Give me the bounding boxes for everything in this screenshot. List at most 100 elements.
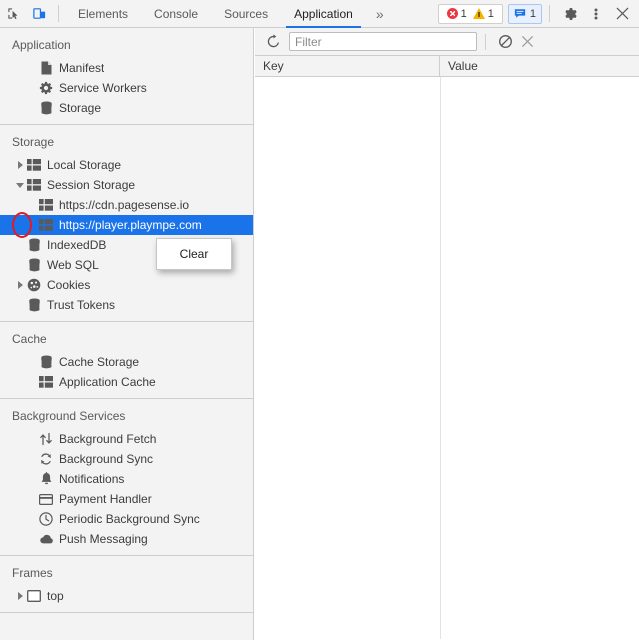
credit-card-icon <box>38 491 54 507</box>
sidebar-item-label: Local Storage <box>47 158 122 172</box>
sidebar-item-https-player-plaympe-com[interactable]: https://player.plaympe.com <box>0 215 253 235</box>
warning-counter[interactable]: 1 <box>472 8 494 20</box>
table-icon <box>26 157 42 173</box>
sidebar-item-label: Notifications <box>59 472 125 486</box>
no-entry-icon[interactable] <box>494 31 516 53</box>
sidebar-item-storage[interactable]: Storage <box>0 98 253 118</box>
issue-counters[interactable]: 1 1 <box>437 3 503 24</box>
table-icon <box>38 197 54 213</box>
sidebar-item-label: Session Storage <box>47 178 136 192</box>
sidebar-item-label: Application Cache <box>59 375 156 389</box>
sidebar-item-label: top <box>47 589 64 603</box>
tab-sources[interactable]: Sources <box>211 0 281 28</box>
sidebar-item-label: Background Fetch <box>59 432 157 446</box>
filter-input[interactable] <box>289 32 477 51</box>
kebab-menu-icon[interactable] <box>583 1 609 27</box>
sidebar-section-title: Application <box>12 38 71 52</box>
device-toolbar-icon[interactable] <box>26 1 52 27</box>
storage-table-header: Key Value <box>255 56 639 77</box>
gear-icon <box>38 80 54 96</box>
sidebar-item-label: Cache Storage <box>59 355 140 369</box>
sidebar-section-title: Frames <box>12 566 53 580</box>
sidebar-item-cache-storage[interactable]: Cache Storage <box>0 352 253 372</box>
sidebar-item-periodic-background-sync[interactable]: Periodic Background Sync <box>0 509 253 529</box>
sidebar-item-local-storage[interactable]: Local Storage <box>0 155 253 175</box>
sidebar-item-label: https://player.plaympe.com <box>59 218 202 232</box>
devtools-tab-bar: Elements Console Sources Application » <box>65 0 394 28</box>
inspect-element-icon[interactable] <box>0 1 26 27</box>
database-icon <box>26 237 42 253</box>
tree-arrow[interactable] <box>14 182 26 188</box>
storage-table-body[interactable] <box>255 77 639 639</box>
chevron-down-icon[interactable] <box>16 182 24 188</box>
sidebar-section: Cache Cache Storage Application Cache <box>0 322 253 399</box>
sidebar-item-label: Background Sync <box>59 452 154 466</box>
devtools-main-toolbar: Elements Console Sources Application » 1… <box>0 0 639 28</box>
message-counter[interactable]: 1 <box>507 3 542 24</box>
chevron-right-icon[interactable] <box>17 281 23 289</box>
tab-console[interactable]: Console <box>141 0 211 28</box>
sidebar-item-application-cache[interactable]: Application Cache <box>0 372 253 392</box>
document-icon <box>38 60 54 76</box>
sidebar-item-label: Service Workers <box>59 81 147 95</box>
refresh-icon[interactable] <box>262 31 284 53</box>
sidebar-item-label: Manifest <box>59 61 105 75</box>
close-icon[interactable] <box>516 31 538 53</box>
storage-main-panel: Key Value <box>255 28 639 640</box>
sidebar-item-label: Trust Tokens <box>47 298 116 312</box>
sidebar-item-background-sync[interactable]: Background Sync <box>0 449 253 469</box>
sidebar-item-trust-tokens[interactable]: Trust Tokens <box>0 295 253 315</box>
sidebar-item-label: Payment Handler <box>59 492 152 506</box>
tab-label: Elements <box>78 6 129 21</box>
sidebar-item-manifest[interactable]: Manifest <box>0 58 253 78</box>
close-icon[interactable] <box>609 1 635 27</box>
error-count: 1 <box>460 7 467 20</box>
tree-arrow[interactable] <box>14 592 26 600</box>
tree-arrow[interactable] <box>14 161 26 169</box>
clock-icon <box>38 511 54 527</box>
sidebar-section-title: Storage <box>12 135 55 149</box>
toolbar-divider-2 <box>549 5 550 22</box>
toolbar-right-group: 1 1 1 <box>437 1 639 27</box>
sync-icon <box>38 451 54 467</box>
sidebar-item-top[interactable]: top <box>0 586 253 606</box>
sidebar-item-label: https://cdn.pagesense.io <box>59 198 190 212</box>
table-icon <box>38 374 54 390</box>
sidebar-item-label: Web SQL <box>47 258 99 272</box>
chevron-right-icon[interactable] <box>17 592 23 600</box>
chevron-right-icon[interactable] <box>17 161 23 169</box>
frame-icon <box>26 588 42 604</box>
database-icon <box>38 100 54 116</box>
tab-application[interactable]: Application <box>281 0 366 28</box>
tab-elements[interactable]: Elements <box>65 0 141 28</box>
sidebar-item-https-cdn-pagesense-io[interactable]: https://cdn.pagesense.io <box>0 195 253 215</box>
cookie-icon <box>26 277 42 293</box>
sidebar-item-background-fetch[interactable]: Background Fetch <box>0 429 253 449</box>
more-tabs-icon[interactable]: » <box>366 0 394 28</box>
database-icon <box>26 257 42 273</box>
tab-label: Sources <box>224 6 269 21</box>
column-header-value[interactable]: Value <box>440 56 639 76</box>
sidebar-item-service-workers[interactable]: Service Workers <box>0 78 253 98</box>
context-menu-item-clear[interactable]: Clear <box>157 240 231 268</box>
tree-arrow[interactable] <box>14 281 26 289</box>
column-header-key[interactable]: Key <box>255 56 440 76</box>
sidebar-item-session-storage[interactable]: Session Storage <box>0 175 253 195</box>
sidebar-item-push-messaging[interactable]: Push Messaging <box>0 529 253 549</box>
sidebar-item-label: Periodic Background Sync <box>59 512 200 526</box>
toolbar-divider <box>58 5 59 22</box>
devtools-window: Elements Console Sources Application » 1… <box>0 0 639 640</box>
sidebar-item-notifications[interactable]: Notifications <box>0 469 253 489</box>
tab-label: Console <box>154 6 199 21</box>
gear-icon[interactable] <box>557 1 583 27</box>
error-counter[interactable]: 1 <box>446 7 467 20</box>
sidebar-item-payment-handler[interactable]: Payment Handler <box>0 489 253 509</box>
sidebar-item-label: Push Messaging <box>59 532 148 546</box>
sidebar-item-cookies[interactable]: Cookies <box>0 275 253 295</box>
sidebar-section: Application Manifest Service Workers Storag… <box>0 28 253 125</box>
table-icon <box>26 177 42 193</box>
database-icon <box>26 297 42 313</box>
message-icon <box>514 9 526 18</box>
updown-arrows-icon <box>38 431 54 447</box>
sidebar-section: Background Services Background Fetch Backg… <box>0 399 253 556</box>
